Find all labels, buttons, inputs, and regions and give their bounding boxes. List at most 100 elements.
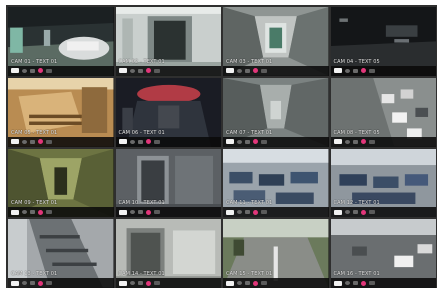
camera-tile[interactable]: CAM 02 - TEXT 01 — [115, 7, 221, 76]
camera-status-bar — [223, 207, 329, 218]
audio-icon — [137, 139, 143, 144]
network-icon — [22, 68, 27, 73]
camera-status-bar — [115, 65, 221, 76]
network-icon — [129, 210, 135, 215]
camera-tile[interactable]: CAM 10 - TEXT 01 — [115, 148, 221, 218]
audio-icon — [245, 281, 250, 285]
motion-icon — [368, 210, 375, 215]
record-icon — [333, 209, 342, 215]
camera-tile[interactable]: CAM 15 - TEXT 01 — [223, 219, 329, 288]
audio-icon — [30, 210, 35, 215]
camera-tile[interactable]: CAM 07 - TEXT 01 — [223, 77, 329, 147]
camera-label: CAM 15 - TEXT 01 — [226, 271, 273, 277]
network-icon — [22, 210, 27, 215]
camera-label: CAM 13 - TEXT 01 — [11, 271, 58, 277]
audio-icon — [352, 210, 358, 215]
audio-icon — [30, 68, 35, 73]
audio-icon — [137, 68, 143, 73]
camera-tile[interactable]: CAM 13 - TEXT 01 — [8, 219, 114, 288]
record-icon — [11, 139, 19, 144]
camera-tile[interactable]: CAM 04 - TEXT 05 — [330, 7, 436, 76]
camera-tile[interactable]: CAM 08 - TEXT 05 — [330, 77, 436, 147]
alarm-icon — [145, 280, 151, 286]
alarm-icon — [38, 68, 43, 74]
motion-icon — [153, 281, 160, 285]
audio-icon — [137, 210, 143, 215]
audio-icon — [137, 281, 143, 285]
record-icon — [118, 68, 127, 74]
camera-tile[interactable]: CAM 11 - TEXT 01 — [223, 148, 329, 218]
audio-icon — [30, 139, 35, 144]
camera-status-bar — [330, 278, 436, 288]
camera-label: CAM 14 - TEXT 01 — [118, 271, 165, 277]
camera-tile[interactable]: CAM 01 - TEXT 01 — [8, 7, 114, 76]
motion-icon — [261, 68, 267, 73]
camera-tile[interactable]: CAM 06 - TEXT 01 — [115, 77, 221, 147]
alarm-icon — [38, 209, 43, 215]
record-icon — [11, 68, 19, 74]
camera-label: CAM 03 - TEXT 01 — [226, 58, 273, 65]
camera-label: CAM 01 - TEXT 01 — [11, 58, 58, 65]
network-icon — [237, 139, 242, 144]
record-icon — [226, 280, 234, 286]
network-icon — [237, 68, 242, 73]
audio-icon — [30, 281, 35, 285]
record-icon — [118, 209, 127, 215]
camera-tile[interactable]: CAM 09 - TEXT 01 — [8, 148, 114, 218]
motion-icon — [153, 210, 160, 215]
camera-label: CAM 08 - TEXT 05 — [333, 129, 380, 136]
camera-tile[interactable]: CAM 12 - TEXT 01 — [330, 148, 436, 218]
camera-tile[interactable]: CAM 14 - TEXT 01 — [115, 219, 221, 288]
camera-tile[interactable]: CAM 16 - TEXT 01 — [330, 219, 436, 288]
motion-icon — [368, 68, 375, 73]
camera-status-bar — [115, 207, 221, 218]
camera-status-bar — [8, 207, 114, 218]
motion-icon — [46, 281, 52, 285]
record-icon — [226, 68, 234, 74]
alarm-icon — [253, 209, 258, 215]
alarm-icon — [145, 209, 151, 215]
camera-status-bar — [115, 278, 221, 288]
motion-icon — [46, 139, 52, 144]
network-icon — [344, 281, 350, 285]
record-icon — [333, 280, 342, 286]
network-icon — [129, 281, 135, 285]
alarm-icon — [38, 139, 43, 144]
alarm-icon — [145, 139, 151, 144]
alarm-icon — [253, 139, 258, 144]
motion-icon — [46, 210, 52, 215]
camera-label: CAM 07 - TEXT 01 — [226, 129, 273, 136]
camera-status-bar — [330, 65, 436, 76]
network-icon — [344, 68, 350, 73]
motion-icon — [153, 139, 160, 144]
alarm-icon — [38, 280, 43, 286]
camera-label: CAM 09 - TEXT 01 — [11, 200, 58, 207]
camera-tile[interactable]: CAM 03 - TEXT 01 — [223, 7, 329, 76]
audio-icon — [352, 139, 358, 144]
camera-label: CAM 12 - TEXT 01 — [333, 200, 380, 207]
camera-grid: CAM 01 - TEXT 01 CAM 02 - TEXT 01 CAM 03 -… — [8, 7, 436, 288]
record-icon — [118, 280, 127, 286]
audio-icon — [245, 139, 250, 144]
network-icon — [344, 210, 350, 215]
record-icon — [226, 209, 234, 215]
alarm-icon — [253, 68, 258, 74]
record-icon — [118, 139, 127, 144]
camera-status-bar — [330, 207, 436, 218]
audio-icon — [352, 68, 358, 73]
record-icon — [11, 209, 19, 215]
record-icon — [11, 280, 19, 286]
camera-status-bar — [8, 136, 114, 147]
record-icon — [226, 139, 234, 144]
alarm-icon — [360, 209, 366, 215]
motion-icon — [261, 281, 267, 285]
camera-status-bar — [115, 136, 221, 147]
network-icon — [129, 139, 135, 144]
network-icon — [22, 281, 27, 285]
camera-label: CAM 05 - TEXT 01 — [11, 129, 58, 136]
camera-label: CAM 10 - TEXT 01 — [118, 200, 165, 207]
motion-icon — [261, 139, 267, 144]
camera-grid-view: CAM 01 - TEXT 01 CAM 02 - TEXT 01 CAM 03 -… — [6, 5, 437, 288]
camera-tile[interactable]: CAM 05 - TEXT 01 — [8, 77, 114, 147]
alarm-icon — [360, 68, 366, 74]
